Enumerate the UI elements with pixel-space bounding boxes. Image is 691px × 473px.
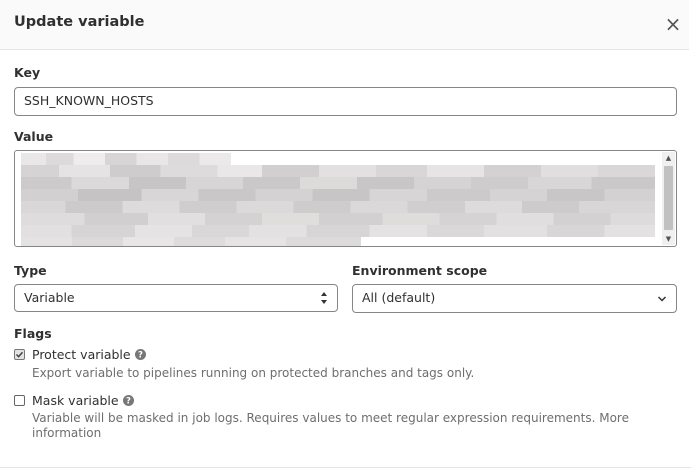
environment-scope-dropdown[interactable]: All (default) [352, 284, 677, 313]
dialog-header: Update variable × [0, 0, 689, 50]
key-input[interactable]: SSH_KNOWN_HOSTS [14, 87, 677, 116]
environment-scope-value: All (default) [362, 290, 436, 305]
key-input-value: SSH_KNOWN_HOSTS [24, 93, 154, 108]
masked-value-content [21, 153, 655, 246]
key-label: Key [14, 65, 41, 80]
close-icon[interactable]: × [664, 12, 682, 36]
mask-variable-checkbox[interactable] [14, 395, 25, 406]
mask-variable-text: Mask variable [32, 393, 119, 408]
scroll-up-icon[interactable]: ▲ [662, 152, 675, 164]
chevron-down-icon [657, 296, 667, 302]
protect-variable-checkbox[interactable] [14, 349, 25, 360]
svg-text:?: ? [138, 351, 143, 360]
footer-divider [0, 467, 691, 468]
dialog-title: Update variable [14, 14, 145, 30]
check-icon [15, 351, 24, 358]
scroll-thumb[interactable] [664, 166, 673, 230]
value-label: Value [14, 129, 54, 144]
more-information-link[interactable]: information [32, 426, 629, 441]
type-label: Type [14, 263, 47, 278]
up-down-arrows-icon [321, 292, 327, 304]
type-select[interactable]: Variable [14, 284, 338, 312]
mask-variable-label[interactable]: Mask variable ? [32, 393, 134, 408]
protect-variable-text: Protect variable [32, 347, 131, 362]
update-variable-dialog: Update variable × Key SSH_KNOWN_HOSTS Va… [0, 0, 691, 473]
mask-variable-description: Variable will be masked in job logs. Req… [32, 411, 629, 441]
scroll-down-icon[interactable]: ▼ [662, 233, 675, 245]
mask-variable-description-line1: Variable will be masked in job logs. Req… [32, 411, 629, 425]
type-select-value: Variable [24, 290, 75, 305]
protect-variable-description: Export variable to pipelines running on … [32, 366, 475, 380]
svg-text:?: ? [126, 397, 131, 406]
environment-scope-label: Environment scope [352, 263, 488, 278]
question-circle-icon[interactable]: ? [122, 395, 134, 406]
flags-label: Flags [14, 326, 52, 341]
value-textarea[interactable]: ▲ ▼ [14, 150, 677, 247]
question-circle-icon[interactable]: ? [134, 349, 146, 360]
value-scrollbar[interactable]: ▲ ▼ [662, 152, 675, 245]
protect-variable-label[interactable]: Protect variable ? [32, 347, 146, 362]
